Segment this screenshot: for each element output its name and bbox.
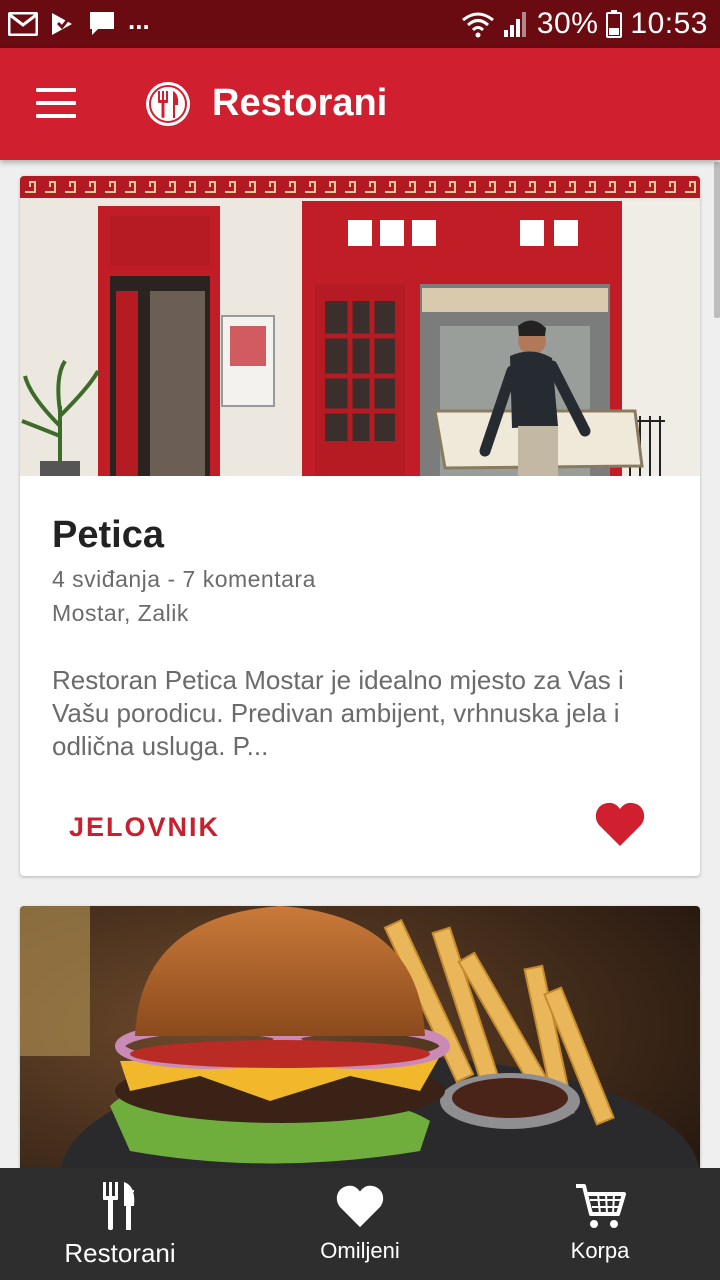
cutlery-icon	[103, 1182, 135, 1230]
battery-percent: 30%	[536, 7, 599, 40]
nav-label: Omiljeni	[320, 1238, 400, 1263]
nav-label: Korpa	[570, 1238, 630, 1263]
restaurant-photo	[20, 906, 700, 1168]
more-notifications: ...	[128, 4, 150, 35]
restaurant-logo-icon	[146, 82, 190, 126]
signal-icon	[503, 12, 526, 37]
nav-label: Restorani	[64, 1238, 176, 1268]
restaurant-card[interactable]: Petica 4 sviđanja - 7 komentara Mostar, …	[20, 176, 700, 876]
bottom-navigation: Restorani Omiljeni Korpa	[0, 1168, 720, 1280]
status-bar: ... 30% 10:53	[0, 0, 720, 48]
restaurant-location: Mostar, Zalik	[52, 600, 189, 626]
app-bar: Restorani	[0, 48, 720, 160]
clock: 10:53	[630, 7, 708, 40]
notification-icons: ...	[8, 4, 150, 40]
scrollbar[interactable]	[714, 162, 720, 318]
heart-icon	[336, 1185, 384, 1228]
restaurant-stats: 4 sviđanja - 7 komentara	[52, 566, 316, 592]
email-icon	[8, 12, 38, 36]
system-icons: 30% 10:53	[461, 6, 708, 42]
restaurant-card[interactable]	[20, 906, 700, 1168]
chat-icon	[90, 12, 114, 35]
page-title: Restorani	[212, 82, 388, 124]
restaurant-list[interactable]: Petica 4 sviđanja - 7 komentara Mostar, …	[0, 160, 720, 1168]
restaurant-description: Restoran Petica Mostar je idealno mjesto…	[52, 665, 624, 761]
nav-item-restorani[interactable]: Restorani	[0, 1168, 240, 1280]
nav-item-omiljeni[interactable]: Omiljeni	[240, 1168, 480, 1280]
menu-button[interactable]: JELOVNIK	[69, 812, 220, 843]
cart-icon	[576, 1184, 626, 1228]
restaurant-name: Petica	[52, 514, 164, 556]
battery-icon	[606, 10, 623, 38]
hamburger-menu-icon[interactable]	[36, 88, 76, 120]
wifi-icon	[461, 12, 494, 38]
nav-item-korpa[interactable]: Korpa	[480, 1168, 720, 1280]
favorite-heart-icon[interactable]	[594, 800, 646, 848]
task-check-icon	[52, 13, 72, 35]
restaurant-photo	[20, 176, 700, 476]
